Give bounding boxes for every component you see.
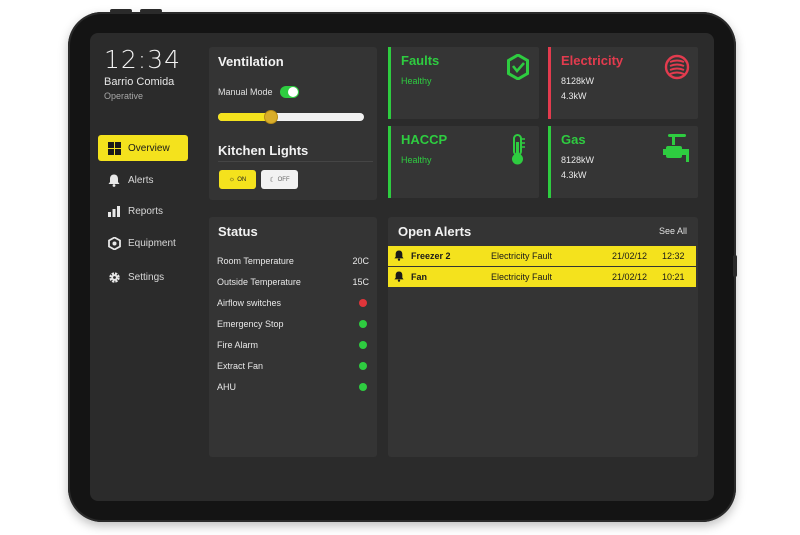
lights-on-label: ON <box>237 176 247 183</box>
status-row-label: Extract Fan <box>217 361 264 371</box>
lights-off-label: OFF <box>277 176 290 183</box>
faults-tile[interactable]: Faults Healthy <box>388 47 539 119</box>
haccp-title: HACCP <box>401 132 448 147</box>
gas-title: Gas <box>561 132 586 147</box>
status-row-label: Emergency Stop <box>217 319 284 329</box>
nav-label: Reports <box>128 205 164 217</box>
kitchen-lights-title: Kitchen Lights <box>218 143 309 158</box>
alert-date: 21/02/12 <box>612 272 648 282</box>
thermometer-icon <box>510 134 526 171</box>
open-alerts-card: Open Alerts See All Freezer 2 Electricit… <box>388 217 698 457</box>
haccp-status: Healthy <box>401 155 432 165</box>
status-row-label: Outside Temperature <box>217 277 301 287</box>
screen: 12:34 Barrio Comida Operative Overview A… <box>90 33 714 501</box>
side-button <box>733 255 737 277</box>
alert-type: Electricity Fault <box>491 251 553 261</box>
gas-tile[interactable]: Gas 8128kW 4.3kW <box>548 126 698 198</box>
bell-icon <box>394 271 404 284</box>
venue-status: Operative <box>104 91 144 101</box>
electricity-tile[interactable]: Electricity 8128kW 4.3kW <box>548 47 698 119</box>
moon-icon: ☾ <box>269 176 276 184</box>
nav-item-reports[interactable]: Reports <box>98 198 188 224</box>
slider-handle[interactable] <box>263 110 278 124</box>
hexagon-check-icon <box>507 53 529 85</box>
gas-value-1: 8128kW <box>561 155 595 165</box>
alert-device: Freezer 2 <box>411 251 451 261</box>
status-indicator-green <box>359 362 367 370</box>
manual-mode-label: Manual Mode <box>218 87 273 97</box>
status-row-label: Airflow switches <box>217 298 282 308</box>
ventilation-card: Ventilation Manual Mode Kitchen Lights ☼… <box>209 47 377 200</box>
alert-type: Electricity Fault <box>491 272 553 282</box>
electricity-title: Electricity <box>561 53 624 68</box>
status-indicator-red <box>359 299 367 307</box>
nav-label: Equipment <box>128 237 176 249</box>
sun-icon: ☼ <box>228 176 236 183</box>
heat-coil-icon <box>664 53 690 86</box>
grid-icon <box>107 141 121 155</box>
bell-icon <box>394 250 404 263</box>
haccp-tile[interactable]: HACCP Healthy <box>388 126 539 198</box>
venue-name: Barrio Comida <box>104 76 175 88</box>
alert-time: 12:32 <box>662 251 685 261</box>
nav-label: Settings <box>128 271 165 283</box>
hexagon-icon <box>107 236 121 250</box>
see-all-link[interactable]: See All <box>659 226 687 236</box>
status-row-value: 20C <box>352 256 369 266</box>
divider <box>218 161 373 162</box>
bar-chart-icon <box>107 204 121 218</box>
alert-date: 21/02/12 <box>612 251 648 261</box>
status-indicator-green <box>359 341 367 349</box>
alert-row[interactable]: Fan Electricity Fault 21/02/12 10:21 <box>388 267 696 287</box>
status-bar <box>388 126 391 198</box>
alert-row[interactable]: Freezer 2 Electricity Fault 21/02/12 12:… <box>388 246 696 266</box>
status-row-value: 15C <box>352 277 369 287</box>
clock: 12:34 <box>104 45 182 74</box>
electricity-value-2: 4.3kW <box>561 91 587 101</box>
status-bar <box>388 47 391 119</box>
nav-item-alerts[interactable]: Alerts <box>98 167 188 193</box>
lights-off-button[interactable]: ☾ OFF <box>261 170 298 189</box>
nav-label: Overview <box>128 142 170 154</box>
ventilation-title: Ventilation <box>218 54 284 69</box>
nav-item-settings[interactable]: Settings <box>98 264 188 290</box>
manual-mode-toggle[interactable] <box>280 86 299 98</box>
nav-item-overview[interactable]: Overview <box>98 135 188 161</box>
bell-icon <box>107 173 121 187</box>
gas-value-2: 4.3kW <box>561 170 587 180</box>
gear-icon <box>107 270 121 284</box>
status-title: Status <box>218 224 258 239</box>
faults-title: Faults <box>401 53 440 68</box>
status-row-label: Room Temperature <box>217 256 294 266</box>
slider-fill <box>218 113 271 121</box>
status-bar <box>548 47 551 119</box>
nav-label: Alerts <box>128 174 154 186</box>
status-row-label: Fire Alarm <box>217 340 259 350</box>
alert-time: 10:21 <box>662 272 685 282</box>
lights-on-button[interactable]: ☼ ON <box>219 170 256 189</box>
electricity-value-1: 8128kW <box>561 76 595 86</box>
valve-icon <box>663 134 691 169</box>
faults-status: Healthy <box>401 76 432 86</box>
status-indicator-green <box>359 320 367 328</box>
status-indicator-green <box>359 383 367 391</box>
status-bar <box>548 126 551 198</box>
volume-button <box>110 9 132 13</box>
status-row-label: AHU <box>217 382 237 392</box>
alert-device: Fan <box>411 272 428 282</box>
status-card: Status Room Temperature 20C Outside Temp… <box>209 217 377 457</box>
open-alerts-title: Open Alerts <box>398 224 472 239</box>
nav-item-equipment[interactable]: Equipment <box>98 230 188 256</box>
ventilation-slider[interactable] <box>218 113 364 121</box>
power-button <box>140 9 162 13</box>
